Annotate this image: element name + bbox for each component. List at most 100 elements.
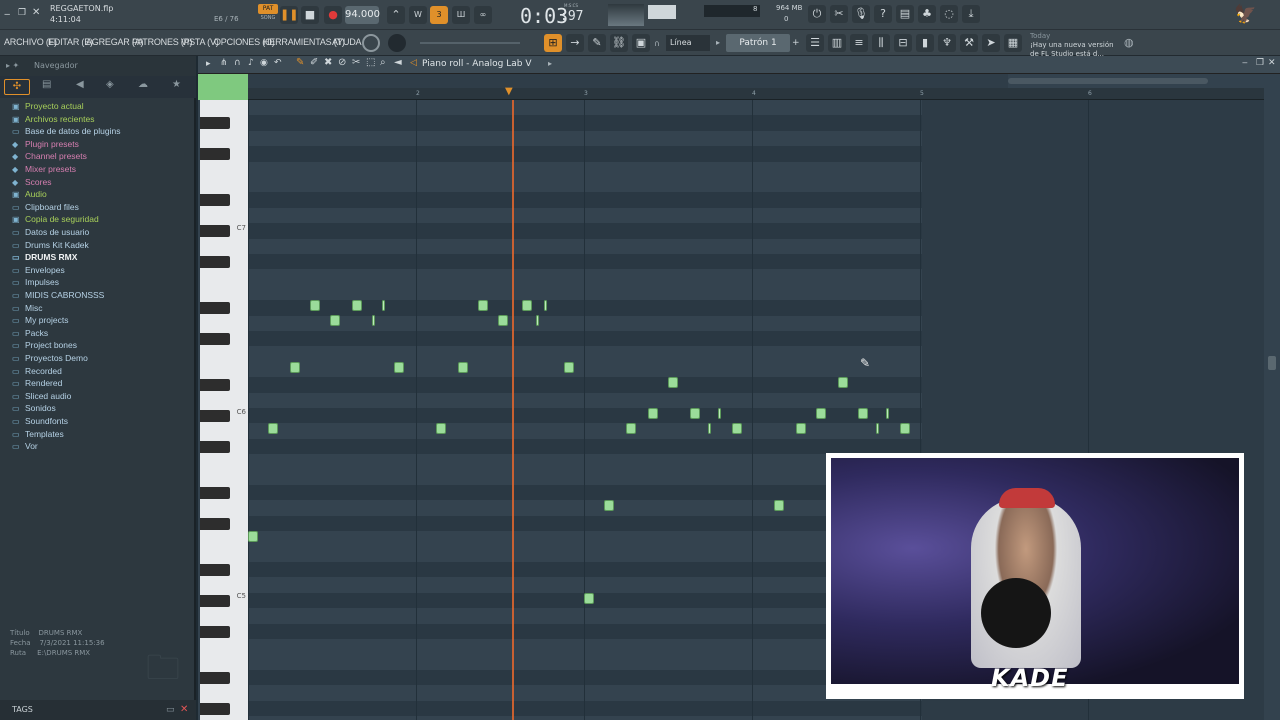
- midi-note[interactable]: [352, 300, 362, 311]
- menu-help[interactable]: AYUDA: [332, 37, 362, 47]
- grid-row[interactable]: [248, 654, 922, 670]
- undo-icon[interactable]: ↶: [274, 58, 282, 68]
- midi-note[interactable]: [268, 423, 278, 434]
- sidebar-item[interactable]: ◆ Mixer presets: [12, 163, 76, 175]
- grid-row[interactable]: [248, 254, 922, 270]
- midi-note[interactable]: [858, 408, 868, 419]
- playhead-marker-icon[interactable]: ▼: [505, 86, 513, 97]
- add-pattern-icon[interactable]: +: [792, 38, 800, 48]
- browser-docs-icon[interactable]: ▤: [42, 79, 51, 90]
- sidebar-item[interactable]: ▭ Proyectos Demo: [12, 352, 88, 364]
- sidebar-item[interactable]: ◆ Plugin presets: [12, 138, 79, 150]
- midi-note[interactable]: [248, 531, 258, 542]
- mixer-icon[interactable]: ⫼: [872, 34, 890, 52]
- menu-view[interactable]: VISTA (V): [181, 37, 219, 47]
- zoom-corner[interactable]: [198, 74, 248, 100]
- black-key[interactable]: [200, 564, 230, 576]
- link-icon[interactable]: ⛓: [610, 34, 628, 52]
- channel-arrow-icon[interactable]: ◁: [410, 58, 417, 68]
- draw-tool-icon[interactable]: ✎: [296, 57, 304, 68]
- grid-row[interactable]: [248, 161, 922, 177]
- song-mode-button[interactable]: SONG: [258, 15, 278, 24]
- sidebar-item[interactable]: ▭ Rendered: [12, 377, 62, 389]
- sidebar-item[interactable]: ▭ DRUMS RMX: [12, 251, 77, 263]
- piano-roll-title-arrow[interactable]: ▸: [548, 59, 552, 68]
- midi-note[interactable]: [522, 300, 532, 311]
- grid-row[interactable]: [248, 146, 922, 162]
- arrow-right-icon[interactable]: →: [566, 34, 584, 52]
- midi-note[interactable]: [732, 423, 742, 434]
- grid-row[interactable]: [248, 284, 922, 301]
- grid-row[interactable]: [248, 392, 922, 408]
- black-key[interactable]: [200, 671, 230, 684]
- loop-icon[interactable]: ∩: [234, 58, 241, 68]
- sidebar-item[interactable]: ▣ Archivos recientes: [12, 113, 94, 125]
- midi-note[interactable]: [816, 408, 826, 419]
- cut-icon[interactable]: ✂: [830, 5, 848, 23]
- sidebar-item[interactable]: ▭ Recorded: [12, 365, 62, 377]
- sidebar-item[interactable]: ▭ Packs: [12, 327, 48, 339]
- grid-row[interactable]: [248, 500, 922, 516]
- delete-tool-icon[interactable]: ✖: [324, 57, 332, 68]
- window-close-icon[interactable]: ✕: [1268, 58, 1276, 68]
- playhead[interactable]: [512, 100, 514, 720]
- slice-tool-icon[interactable]: ✂: [352, 57, 360, 68]
- plugin-db-icon[interactable]: ▮: [916, 34, 934, 52]
- midi-note[interactable]: [544, 300, 547, 311]
- pattern-select[interactable]: Patrón 1: [726, 34, 790, 52]
- wait-record-icon[interactable]: W: [409, 6, 427, 24]
- record-icon[interactable]: ◉: [260, 58, 268, 68]
- grid-row[interactable]: [248, 192, 922, 208]
- snap-select[interactable]: Línea: [666, 35, 710, 51]
- save-icon[interactable]: ▤: [896, 5, 914, 23]
- close-icon[interactable]: ✕: [32, 7, 40, 18]
- sidebar-item[interactable]: ▭ Envelopes: [12, 264, 65, 276]
- sidebar-item[interactable]: ▭ Impulses: [12, 276, 59, 288]
- grid-row[interactable]: [248, 130, 922, 147]
- black-key[interactable]: [200, 333, 230, 345]
- grid-row[interactable]: [248, 207, 922, 224]
- touch-icon[interactable]: ♆: [938, 34, 956, 52]
- midi-note[interactable]: [774, 500, 784, 511]
- mic-icon[interactable]: 🎙: [852, 5, 870, 23]
- mute-tool-icon[interactable]: ⊘: [338, 57, 346, 68]
- sidebar-item[interactable]: ◆ Channel presets: [12, 150, 87, 162]
- stop-button[interactable]: ■: [301, 6, 319, 24]
- news-globe-icon[interactable]: ◍: [1124, 36, 1134, 49]
- loop-record-icon[interactable]: ∞: [474, 6, 492, 24]
- magnet-icon[interactable]: ⋔: [220, 58, 228, 68]
- select-tool-icon[interactable]: ⬚: [366, 57, 375, 68]
- sidebar-item[interactable]: ◆ Scores: [12, 176, 51, 188]
- download-icon[interactable]: ⤓: [962, 5, 980, 23]
- midi-note[interactable]: [708, 423, 711, 434]
- grid-row[interactable]: [248, 700, 922, 716]
- help-icon[interactable]: ?: [874, 5, 892, 23]
- grid-row[interactable]: [248, 238, 922, 254]
- grid-row[interactable]: [248, 361, 922, 378]
- grid-row[interactable]: [248, 469, 922, 485]
- window-minimize-icon[interactable]: ‒: [1242, 58, 1248, 68]
- midi-note[interactable]: [310, 300, 320, 311]
- countdown-icon[interactable]: 3: [430, 6, 448, 24]
- sidebar-item[interactable]: ▣ Audio: [12, 188, 47, 200]
- grid-row[interactable]: [248, 669, 922, 686]
- grid-row[interactable]: [248, 531, 922, 547]
- midi-note[interactable]: [876, 423, 879, 434]
- browser-all-tab[interactable]: ✣: [4, 79, 30, 95]
- grid-row[interactable]: [248, 177, 922, 193]
- restore-icon[interactable]: ❐: [18, 8, 26, 18]
- grid-row[interactable]: [248, 300, 922, 316]
- stamp-icon[interactable]: ▣: [632, 34, 650, 52]
- tags-folder-icon[interactable]: ▭: [166, 700, 175, 720]
- playlist-icon[interactable]: ☰: [806, 34, 824, 52]
- pencil-icon[interactable]: ✎: [588, 34, 606, 52]
- record-button[interactable]: ●: [324, 6, 342, 24]
- grid-row[interactable]: [248, 100, 922, 116]
- midi-note[interactable]: [626, 423, 636, 434]
- sidebar-item[interactable]: ▭ Drums Kit Kadek: [12, 239, 89, 251]
- sidebar-item[interactable]: ▭ Base de datos de plugins: [12, 125, 120, 137]
- midi-note[interactable]: [604, 500, 614, 511]
- browser-icon[interactable]: ⊟: [894, 34, 912, 52]
- midi-note[interactable]: [458, 362, 468, 373]
- midi-note[interactable]: [690, 408, 700, 419]
